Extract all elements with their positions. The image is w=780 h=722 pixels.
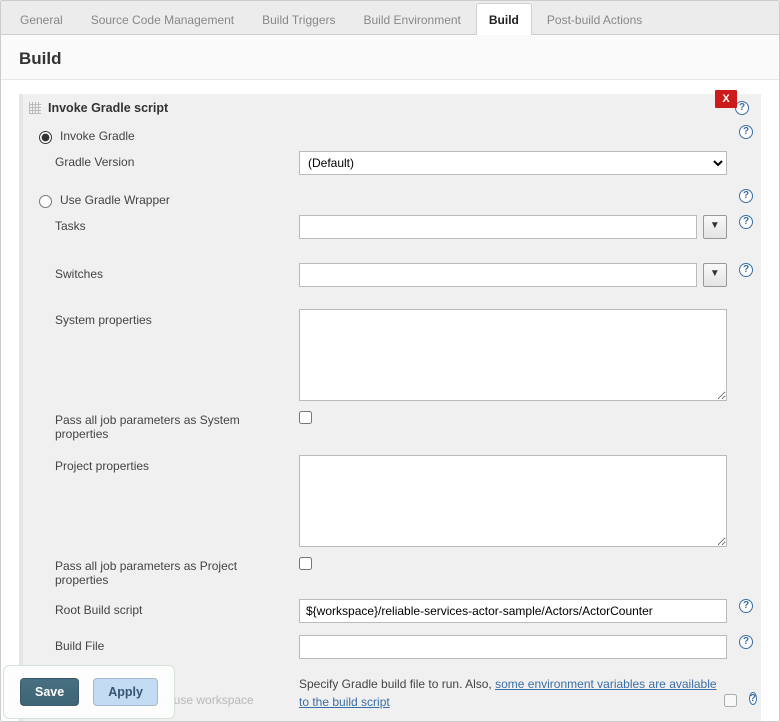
- label-force-home: HOME to use workspace: [121, 692, 737, 707]
- radio-use-wrapper-label: Use Gradle Wrapper: [60, 193, 170, 207]
- checkbox-pass-sys[interactable]: [299, 411, 312, 424]
- label-gradle-version: Gradle Version: [39, 151, 291, 169]
- expand-tasks-button[interactable]: ▼: [703, 215, 727, 239]
- textarea-project-properties[interactable]: [299, 455, 727, 547]
- help-icon[interactable]: ?: [739, 635, 753, 649]
- help-icon[interactable]: ?: [739, 599, 753, 613]
- build-step-gradle: X Invoke Gradle script ? Invoke Gradle ?: [19, 94, 761, 722]
- save-button[interactable]: Save: [20, 678, 79, 706]
- help-icon[interactable]: ?: [739, 263, 753, 277]
- step-title: Invoke Gradle script: [48, 101, 168, 115]
- expand-switches-button[interactable]: ▼: [703, 263, 727, 287]
- label-pass-sys: Pass all job parameters as System proper…: [39, 409, 291, 441]
- input-root-build-script[interactable]: [299, 599, 727, 623]
- drag-handle-icon[interactable]: [29, 102, 41, 114]
- help-icon[interactable]: ?: [739, 189, 753, 203]
- input-tasks[interactable]: [299, 215, 697, 239]
- help-icon[interactable]: ?: [749, 692, 757, 705]
- radio-invoke-gradle[interactable]: [39, 131, 52, 144]
- tab-scm[interactable]: Source Code Management: [78, 3, 247, 35]
- build-panel: X Invoke Gradle script ? Invoke Gradle ?: [1, 80, 779, 722]
- tab-environment[interactable]: Build Environment: [351, 3, 474, 35]
- label-root-build-script: Root Build script: [39, 599, 291, 617]
- help-icon[interactable]: ?: [735, 101, 749, 115]
- label-system-properties: System properties: [39, 309, 291, 327]
- input-switches[interactable]: [299, 263, 697, 287]
- tab-postbuild[interactable]: Post-build Actions: [534, 3, 655, 35]
- section-title: Build: [1, 35, 779, 80]
- checkbox-pass-proj[interactable]: [299, 557, 312, 570]
- config-tabs: General Source Code Management Build Tri…: [1, 1, 779, 35]
- apply-button[interactable]: Apply: [93, 678, 158, 706]
- tab-general[interactable]: General: [7, 3, 76, 35]
- label-pass-proj: Pass all job parameters as Project prope…: [39, 555, 291, 587]
- label-switches: Switches: [39, 263, 291, 281]
- label-project-properties: Project properties: [39, 455, 291, 473]
- build-step-body: Invoke Gradle script ? Invoke Gradle ? G…: [19, 94, 761, 721]
- textarea-system-properties[interactable]: [299, 309, 727, 401]
- help-icon[interactable]: ?: [739, 215, 753, 229]
- radio-use-wrapper[interactable]: [39, 195, 52, 208]
- select-gradle-version[interactable]: (Default): [299, 151, 727, 175]
- help-icon[interactable]: ?: [739, 125, 753, 139]
- radio-invoke-gradle-label: Invoke Gradle: [60, 129, 135, 143]
- sticky-footer: Save Apply: [3, 665, 175, 719]
- label-build-file: Build File: [39, 635, 291, 653]
- app-frame: General Source Code Management Build Tri…: [0, 0, 780, 722]
- tab-triggers[interactable]: Build Triggers: [249, 3, 348, 35]
- input-build-file[interactable]: [299, 635, 727, 659]
- label-tasks: Tasks: [39, 215, 291, 233]
- tab-build[interactable]: Build: [476, 3, 532, 35]
- checkbox-force-home[interactable]: [724, 694, 737, 707]
- delete-step-button[interactable]: X: [715, 90, 737, 108]
